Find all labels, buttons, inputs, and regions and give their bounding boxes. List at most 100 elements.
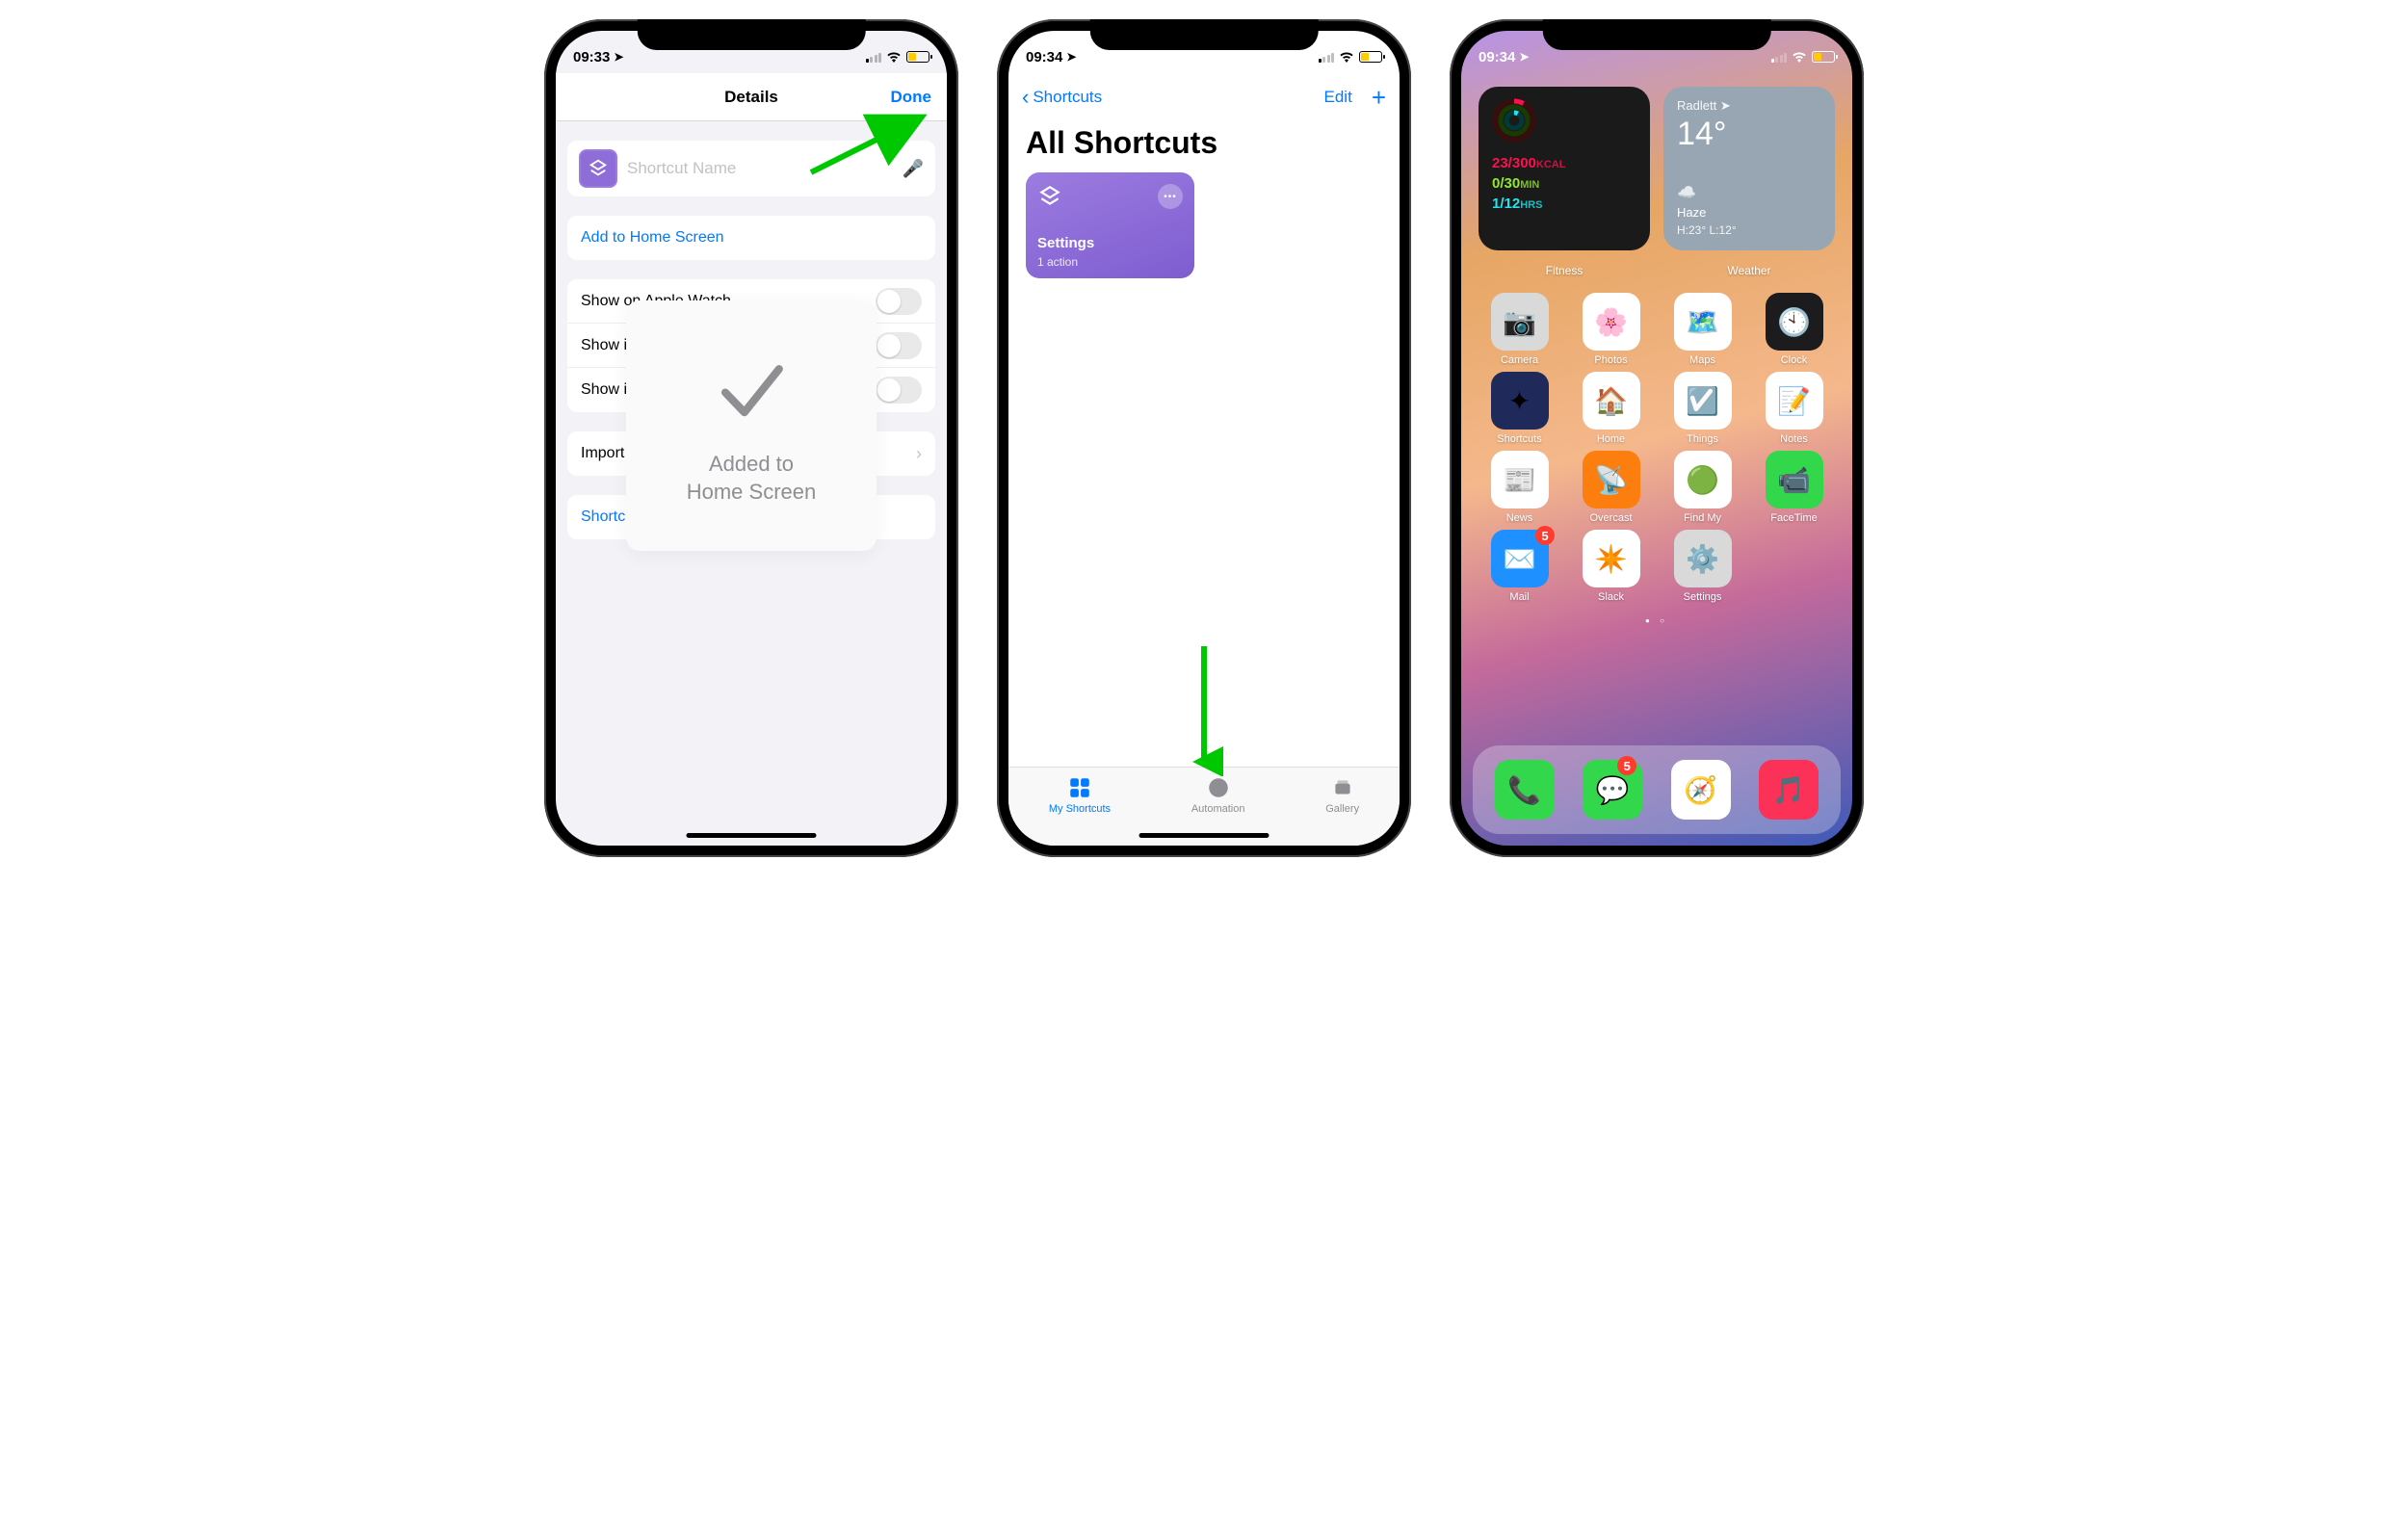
tile-menu-button[interactable]: ••• (1158, 184, 1183, 209)
nav-bar: ‹ Shortcuts Edit + (1008, 73, 1400, 121)
app-slack[interactable]: ✴️ Slack (1570, 530, 1652, 603)
app-icon: ⚙️ (1674, 530, 1732, 587)
dock-app-messages[interactable]: 💬5 (1583, 760, 1642, 820)
app-maps[interactable]: 🗺️Maps (1662, 293, 1743, 366)
fitness-label: Fitness (1479, 264, 1650, 277)
fitness-widget[interactable]: 23/300KCAL 0/30MIN 1/12HRS (1479, 87, 1650, 250)
location-icon: ➤ (1519, 50, 1529, 64)
app-label: FaceTime (1770, 512, 1818, 524)
app-shortcuts[interactable]: ✦Shortcuts (1479, 372, 1560, 445)
signal-icon (1771, 52, 1788, 63)
app-clock[interactable]: 🕙 Clock (1753, 293, 1835, 366)
app-icon: 🟢 (1674, 451, 1732, 508)
app-notes[interactable]: 📝Notes (1753, 372, 1835, 445)
battery-icon (906, 51, 929, 63)
name-group: Shortcut Name 🎤 (567, 141, 935, 196)
app-label: Notes (1780, 433, 1808, 445)
activity-rings-icon (1492, 98, 1536, 143)
widget-row: 23/300KCAL 0/30MIN 1/12HRS Radlett ➤ 14°… (1461, 73, 1852, 264)
location-icon: ➤ (1720, 98, 1731, 113)
screen-home: 09:34 ➤ 23/300KCAL 0/30MIN 1/12HRS (1461, 31, 1852, 846)
shortcut-icon[interactable] (579, 149, 617, 188)
shortcut-tile-settings[interactable]: ••• Settings 1 action (1026, 172, 1194, 278)
tab-my-shortcuts[interactable]: My Shortcuts (1049, 775, 1111, 846)
battery-icon (1359, 51, 1382, 63)
phone-frame-1: 09:33 ➤ Details Done Shortcut Name 🎤 (544, 19, 958, 857)
status-time: 09:34 (1026, 49, 1062, 65)
notch (1543, 19, 1771, 50)
app-things[interactable]: ☑️Things (1662, 372, 1743, 445)
app-facetime[interactable]: 📹 FaceTime (1753, 451, 1835, 524)
app-icon: ✴️ (1583, 530, 1640, 587)
app-find-my[interactable]: 🟢 Find My (1662, 451, 1743, 524)
notch (1090, 19, 1319, 50)
app-icon: 🌸 (1583, 293, 1640, 351)
add-button[interactable]: + (1372, 83, 1386, 113)
chevron-left-icon: ‹ (1022, 85, 1029, 110)
status-time: 09:34 (1479, 49, 1515, 65)
shortcut-name-input[interactable]: Shortcut Name (627, 159, 893, 178)
app-icon: ☑️ (1674, 372, 1732, 430)
page-indicator[interactable]: ● ○ (1461, 616, 1852, 625)
add-to-home-button[interactable]: Add to Home Screen (567, 216, 935, 260)
app-icon: 📰 (1491, 451, 1549, 508)
app-label: Slack (1598, 591, 1624, 603)
app-label: Clock (1781, 354, 1808, 366)
chevron-right-icon: › (916, 444, 922, 464)
back-button[interactable]: ‹ Shortcuts (1022, 85, 1102, 110)
badge: 5 (1535, 526, 1555, 545)
app-home[interactable]: 🏠Home (1570, 372, 1652, 445)
app-icon: ✦ (1491, 372, 1549, 430)
app-settings[interactable]: ⚙️Settings (1662, 530, 1743, 603)
haze-icon: ☁️ (1677, 183, 1696, 202)
app-label: Home (1597, 433, 1625, 445)
app-icon: 🕙 (1766, 293, 1823, 351)
signal-icon (1319, 52, 1335, 63)
phone-frame-2: 09:34 ➤ ‹ Shortcuts Edit + All Shortcuts (997, 19, 1411, 857)
app-label: Maps (1689, 354, 1715, 366)
grid-icon (1067, 775, 1092, 800)
status-time: 09:33 (573, 49, 610, 65)
dock-app-phone[interactable]: 📞 (1495, 760, 1555, 820)
toggle-switch[interactable] (876, 332, 922, 359)
app-camera[interactable]: 📷 Camera (1479, 293, 1560, 366)
app-label: Mail (1509, 591, 1529, 603)
added-toast: Added toHome Screen (626, 300, 877, 551)
app-photos[interactable]: 🌸Photos (1570, 293, 1652, 366)
app-mail[interactable]: ✉️Mail5 (1479, 530, 1560, 603)
dock-app-music[interactable]: 🎵 (1759, 760, 1819, 820)
battery-icon (1812, 51, 1835, 63)
done-button[interactable]: Done (891, 88, 932, 107)
tab-gallery[interactable]: Gallery (1325, 775, 1359, 846)
gallery-icon (1330, 775, 1355, 800)
app-icon: 🎵 (1759, 760, 1819, 820)
app-label: Find My (1684, 512, 1721, 524)
app-icon: 📷 (1491, 293, 1549, 351)
wifi-icon (1339, 51, 1354, 63)
dock-app-safari[interactable]: 🧭 (1671, 760, 1731, 820)
page-title: All Shortcuts (1008, 121, 1400, 172)
notch (638, 19, 866, 50)
clock-icon (1206, 775, 1231, 800)
app-news[interactable]: 📰 News (1479, 451, 1560, 524)
edit-button[interactable]: Edit (1324, 88, 1352, 107)
layers-icon (1037, 184, 1062, 209)
app-label: Overcast (1589, 512, 1632, 524)
mic-icon[interactable]: 🎤 (903, 159, 924, 179)
app-icon: 📡 (1583, 451, 1640, 508)
location-icon: ➤ (1066, 50, 1076, 64)
app-label: News (1506, 512, 1533, 524)
app-icon: 🧭 (1671, 760, 1731, 820)
home-indicator[interactable] (1139, 833, 1269, 838)
app-icon: 📞 (1495, 760, 1555, 820)
toggle-switch[interactable] (876, 377, 922, 404)
annotation-arrow (1185, 641, 1223, 776)
weather-widget[interactable]: Radlett ➤ 14° ☁️ Haze H:23° L:12° (1663, 87, 1835, 250)
home-indicator[interactable] (687, 833, 817, 838)
toggle-switch[interactable] (876, 288, 922, 315)
app-overcast[interactable]: 📡 Overcast (1570, 451, 1652, 524)
app-label: Camera (1501, 354, 1538, 366)
dock: 📞 💬5 🧭 🎵 (1473, 745, 1841, 834)
app-icon: 📹 (1766, 451, 1823, 508)
shortcut-name-row[interactable]: Shortcut Name 🎤 (567, 141, 935, 196)
